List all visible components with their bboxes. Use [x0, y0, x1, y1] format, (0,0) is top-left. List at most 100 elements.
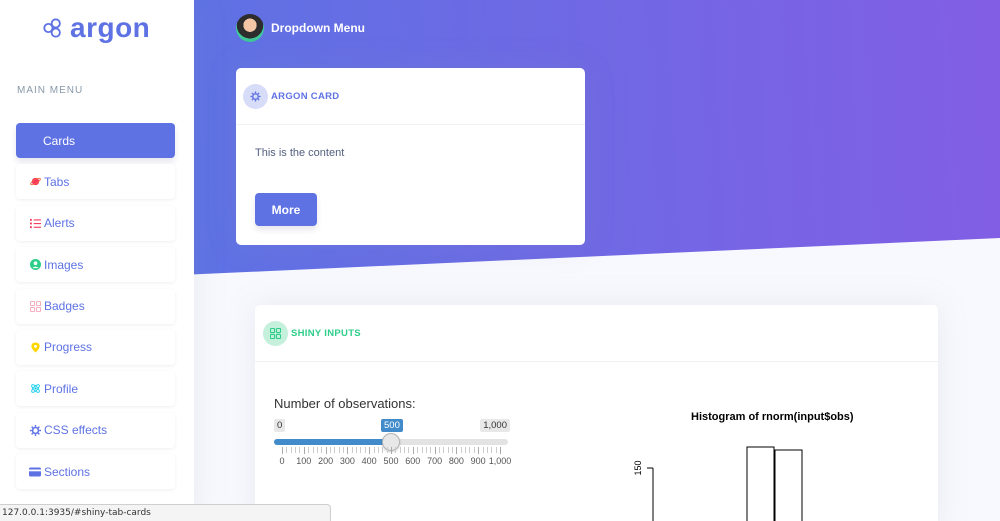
slider-tick	[338, 447, 340, 453]
slider-ticks	[274, 447, 508, 455]
slider-tick	[347, 447, 349, 454]
slider-tick	[430, 447, 432, 453]
slider-tick	[469, 447, 471, 453]
gear-icon	[29, 424, 41, 436]
slider-tick	[404, 447, 406, 453]
sidebar-item-tabs[interactable]: Tabs	[16, 164, 175, 200]
slider-tick	[417, 447, 419, 453]
argon-logo-icon	[43, 18, 61, 38]
slider-tick	[395, 447, 397, 453]
sidebar: argon MAIN MENU Cards Tabs Alerts Images	[0, 0, 194, 521]
ui-blocks-icon	[263, 320, 288, 346]
slider-tick	[500, 447, 501, 454]
sidebar-item-badges[interactable]: Badges	[16, 288, 175, 324]
atom-icon	[29, 383, 41, 395]
slider-tick	[391, 447, 392, 454]
slider-tick	[447, 447, 449, 453]
slider-tick-label: 0	[279, 456, 285, 466]
slider-tick-label: 900	[470, 456, 486, 466]
histogram-bar	[746, 446, 775, 521]
status-url: 127.0.0.1:3935/#shiny-tab-cards	[0, 504, 331, 521]
slider-fill	[274, 439, 391, 445]
slider-tick	[399, 447, 401, 453]
slider-tick	[421, 447, 423, 453]
sidebar-item-css-effects[interactable]: CSS effects	[16, 412, 175, 448]
slider-tick	[356, 447, 358, 453]
brand-name: argon	[70, 12, 151, 43]
slider-tick	[460, 447, 462, 453]
user-circle-icon	[29, 259, 41, 271]
slider-tick	[491, 447, 493, 453]
slider-tick	[465, 447, 467, 453]
avatar	[236, 14, 264, 42]
histogram-bar	[774, 449, 803, 521]
user-dropdown-toggle[interactable]: Dropdown Menu	[236, 14, 365, 42]
main-menu-heading: MAIN MENU	[17, 85, 84, 96]
argon-card-content: This is the content	[255, 147, 345, 159]
argon-card-header: ARGON CARD	[236, 68, 585, 125]
sidebar-item-label: CSS effects	[44, 423, 108, 438]
sidebar-item-profile[interactable]: Profile	[16, 371, 175, 407]
slider-tick	[482, 447, 484, 453]
slider-tick	[321, 447, 323, 453]
slider-tick	[299, 447, 301, 453]
slider-tick-label: 100	[296, 456, 312, 466]
plot-y-tick-label: 150	[633, 460, 643, 475]
slider-tick	[412, 447, 414, 454]
sidebar-item-label: Alerts	[44, 216, 75, 231]
gear-icon	[243, 83, 268, 109]
slider-tick	[282, 447, 283, 454]
sidebar-item-label: Cards	[43, 133, 76, 148]
sidebar-item-images[interactable]: Images	[16, 247, 175, 283]
slider-max-label: 1,000	[480, 419, 510, 432]
observations-slider[interactable]: 0 500 1,000 0 100 200 300 400 500 600 700 800 900…	[274, 419, 512, 469]
sidebar-item-label: Tabs	[44, 174, 70, 189]
more-button[interactable]: More	[255, 193, 317, 226]
sidebar-item-alerts[interactable]: Alerts	[16, 205, 175, 241]
histogram-plot: 150	[633, 446, 803, 521]
slider-tick	[364, 447, 366, 453]
slider-tick	[443, 447, 445, 453]
slider-tick-label: 1,000	[488, 456, 512, 466]
slider-tick	[408, 447, 410, 453]
ui-blocks-icon	[29, 300, 41, 312]
slider-tick	[290, 447, 292, 453]
sidebar-item-cards[interactable]: Cards	[16, 123, 175, 158]
shiny-card-title: SHINY INPUTS	[291, 327, 361, 339]
slider-label: Number of observations:	[274, 396, 416, 411]
sidebar-item-label: Progress	[44, 340, 93, 355]
slider-tick	[351, 447, 353, 453]
planet-icon	[29, 176, 41, 188]
slider-tick	[295, 447, 297, 453]
slider-tick-label: 600	[405, 456, 421, 466]
sidebar-item-progress[interactable]: Progress	[16, 329, 175, 365]
shiny-inputs-card: SHINY INPUTS Number of observations: 0 5…	[255, 305, 938, 521]
slider-tick	[369, 447, 371, 454]
plot-title: Histogram of rnorm(input$obs)	[691, 411, 854, 423]
slider-tick	[456, 447, 458, 454]
slider-tick	[303, 447, 305, 454]
sidebar-item-label: Sections	[44, 464, 91, 479]
slider-tick	[325, 447, 327, 454]
slider-tick	[373, 447, 375, 453]
brand-logo[interactable]: argon	[42, 12, 150, 44]
slider-tick	[452, 447, 454, 453]
slider-tick	[334, 447, 336, 453]
slider-tick-label: 800	[448, 456, 464, 466]
slider-tick	[286, 447, 288, 453]
slider-tick	[438, 447, 440, 453]
slider-tick	[486, 447, 488, 453]
slider-tick	[473, 447, 475, 453]
slider-tick-label: 300	[339, 456, 355, 466]
slider-tick-label: 700	[427, 456, 443, 466]
argon-card-title: ARGON CARD	[271, 90, 340, 102]
dropdown-menu-label: Dropdown Menu	[271, 21, 365, 35]
sidebar-item-sections[interactable]: Sections	[16, 454, 175, 490]
sidebar-item-label: Badges	[44, 299, 85, 314]
slider-tick	[360, 447, 362, 453]
slider-min-label: 0	[274, 419, 286, 432]
slider-tick	[308, 447, 310, 453]
slider-tick	[312, 447, 314, 453]
sidebar-nav: Cards Tabs Alerts Images Badges Progress…	[16, 123, 175, 496]
credit-card-icon	[29, 466, 41, 478]
